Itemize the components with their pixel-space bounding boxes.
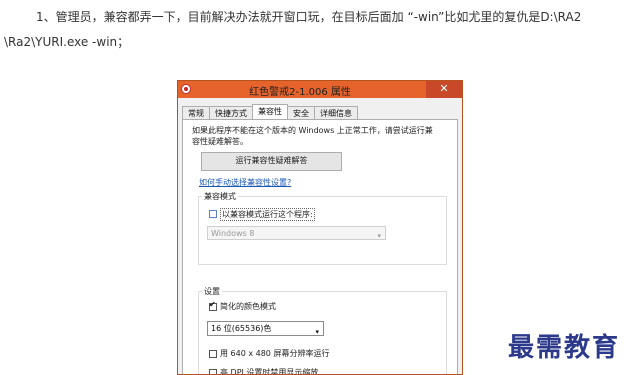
run-troubleshooter-button[interactable]: 运行兼容性疑难解答 <box>201 152 342 171</box>
res-640-checkbox[interactable] <box>209 350 217 358</box>
intro-text-line-1: 如果此程序不能在这个版本的 Windows 上正常工作，请尝试运行兼 <box>192 126 433 135</box>
tab-security[interactable]: 安全 <box>287 106 315 119</box>
compat-mode-heading: 兼容模式 <box>202 191 238 202</box>
manual-settings-link[interactable]: 如何手动选择兼容性设置? <box>199 177 291 188</box>
tab-general[interactable]: 常规 <box>182 106 210 119</box>
os-version-value: Windows 8 <box>211 229 255 238</box>
chevron-down-icon: ▾ <box>377 232 381 240</box>
intro-text-line-2: 容性疑难解答。 <box>192 137 248 146</box>
close-button[interactable]: ✕ <box>426 81 462 98</box>
article-paragraph-line-1: 1、管理员，兼容都弄一下，目前解决办法就开窗口玩，在目标后面加 “-win”比如… <box>36 10 582 24</box>
dpi-scaling-label: 高 DPI 设置时禁用显示缩放 <box>220 368 319 375</box>
chevron-down-icon: ▾ <box>315 328 319 336</box>
watermark-logo: 最需教育 <box>508 333 621 363</box>
res-640-label: 用 640 x 480 屏幕分辨率运行 <box>220 349 330 358</box>
tab-strip: 常规 快捷方式 兼容性 安全 详细信息 <box>182 104 358 120</box>
compat-mode-checkbox-label[interactable]: 以兼容模式运行这个程序: <box>220 208 315 221</box>
settings-heading: 设置 <box>202 286 222 297</box>
os-version-select[interactable]: Windows 8 ▾ <box>207 226 386 240</box>
color-mode-select[interactable]: 16 位(65536)色 ▾ <box>207 321 324 336</box>
tab-compatibility[interactable]: 兼容性 <box>252 104 288 119</box>
dialog-titlebar: 红色警戒2-1.006 属性 ✕ <box>178 81 462 98</box>
compat-mode-checkbox[interactable] <box>209 210 217 218</box>
tab-shortcut[interactable]: 快捷方式 <box>209 106 253 119</box>
color-mode-value: 16 位(65536)色 <box>211 324 272 333</box>
properties-dialog: 红色警戒2-1.006 属性 ✕ 常规 快捷方式 兼容性 安全 详细信息 如果此… <box>177 80 463 375</box>
dpi-scaling-checkbox[interactable] <box>209 369 217 374</box>
dialog-title: 红色警戒2-1.006 属性 <box>249 87 351 98</box>
tab-details[interactable]: 详细信息 <box>314 106 358 119</box>
reduced-color-checkbox[interactable] <box>209 300 217 311</box>
reduced-color-label: 简化的颜色模式 <box>220 302 276 311</box>
article-paragraph-line-2: \Ra2\YURI.exe -win； <box>4 35 130 49</box>
compatibility-panel: 如果此程序不能在这个版本的 Windows 上正常工作，请尝试运行兼 容性疑难解… <box>182 119 458 375</box>
